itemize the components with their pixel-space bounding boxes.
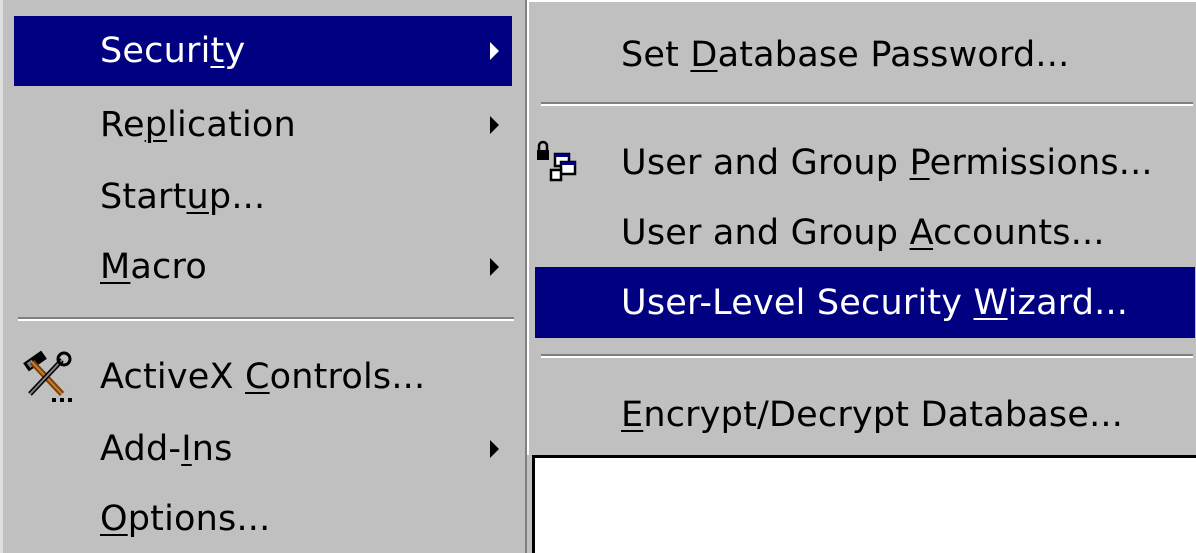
security-submenu: Set Database Password... User and Group … [527, 0, 1196, 455]
menu-item-add-ins-label: Add-Ins [100, 429, 233, 469]
menu-item-macro-label: Macro [100, 247, 207, 287]
submenu-separator [541, 354, 1193, 358]
menu-item-security[interactable]: Security [14, 16, 512, 86]
submenu-arrow-icon [490, 258, 499, 276]
menu-item-startup[interactable]: Startup... [14, 162, 512, 232]
submenu-item-user-group-accounts-label: User and Group Accounts... [621, 213, 1105, 253]
menu-item-replication[interactable]: Replication [14, 90, 512, 160]
menu-item-activex-controls-label: ActiveX Controls... [100, 357, 426, 397]
submenu-item-set-database-password[interactable]: Set Database Password... [535, 20, 1195, 90]
submenu-separator [541, 102, 1193, 106]
submenu-arrow-icon [490, 440, 499, 458]
menu-item-options[interactable]: Options... [14, 484, 512, 553]
menu-item-startup-label: Startup... [100, 177, 266, 217]
submenu-arrow-icon [490, 42, 499, 60]
menu-stage: Security Replication Startup... Macro Ac… [0, 0, 1196, 553]
menu-item-security-label: Security [100, 31, 246, 71]
menu-item-activex-controls[interactable]: ActiveX Controls... [14, 342, 512, 412]
submenu-item-user-group-accounts[interactable]: User and Group Accounts... [535, 198, 1195, 268]
submenu-item-user-group-permissions-label: User and Group Permissions... [621, 143, 1153, 183]
menu-item-replication-label: Replication [100, 105, 296, 145]
submenu-item-user-level-security-wizard[interactable]: User-Level Security Wizard... [535, 267, 1195, 338]
menu-separator [18, 317, 514, 321]
activex-tools-icon [18, 350, 76, 415]
menu-item-macro[interactable]: Macro [14, 232, 512, 302]
submenu-item-encrypt-decrypt-database-label: Encrypt/Decrypt Database... [621, 395, 1124, 435]
submenu-arrow-icon [490, 116, 499, 134]
submenu-item-user-level-security-wizard-label: User-Level Security Wizard... [621, 282, 1129, 323]
submenu-item-set-database-password-label: Set Database Password... [621, 35, 1070, 75]
menu-item-add-ins[interactable]: Add-Ins [14, 414, 512, 484]
submenu-shadow [527, 455, 1196, 458]
menu-item-options-label: Options... [100, 499, 271, 539]
submenu-item-encrypt-decrypt-database[interactable]: Encrypt/Decrypt Database... [535, 380, 1195, 450]
submenu-item-user-group-permissions[interactable]: User and Group Permissions... [535, 128, 1195, 198]
submenu-shadow [527, 455, 535, 553]
lock-permissions-icon [535, 140, 581, 193]
tools-menu: Security Replication Startup... Macro Ac… [0, 0, 527, 553]
